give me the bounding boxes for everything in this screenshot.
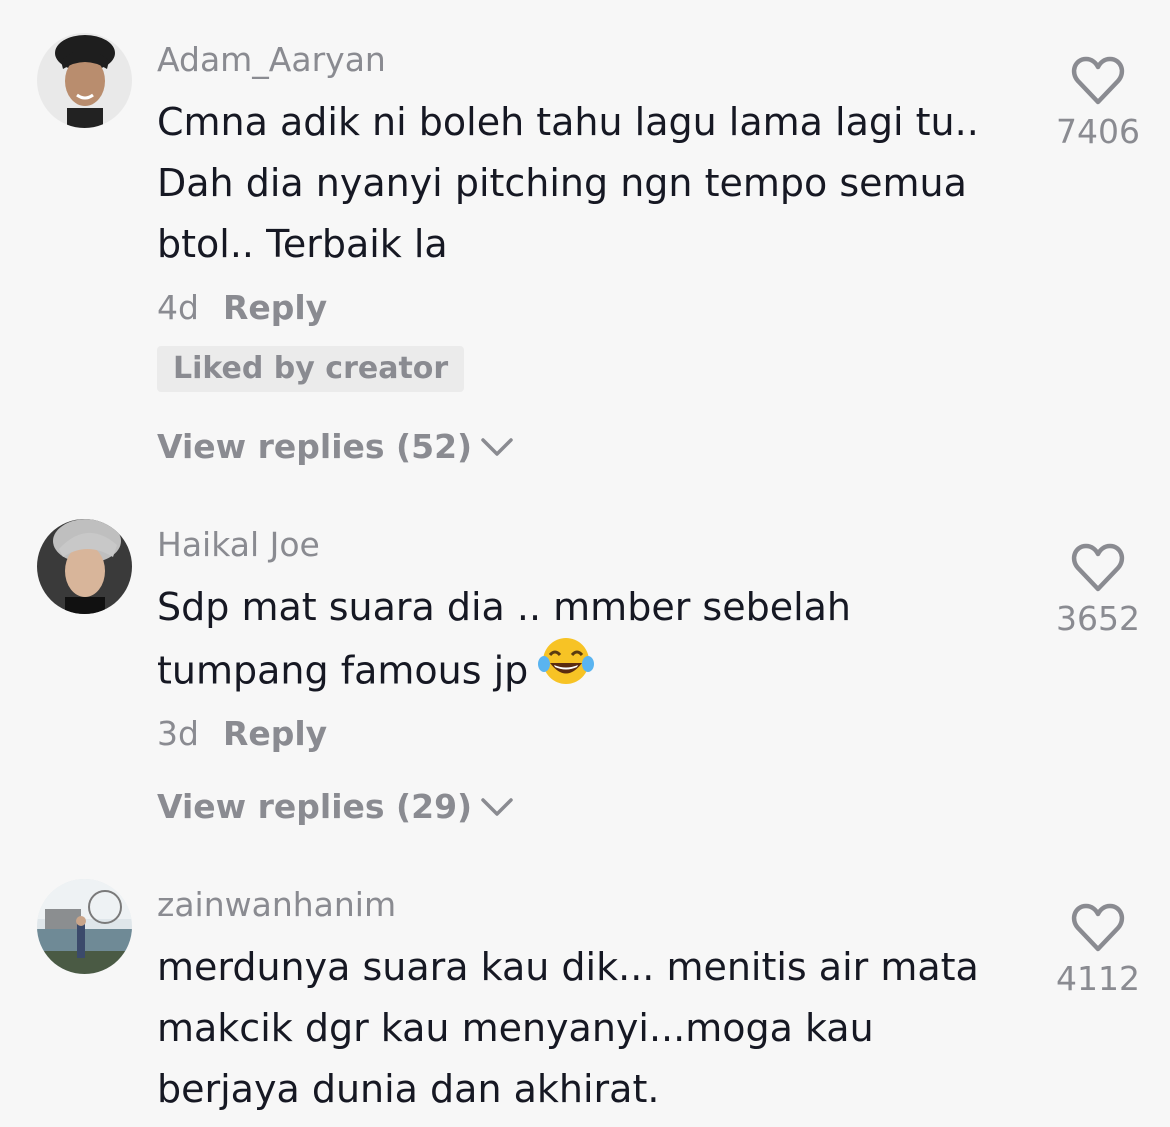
comment-age: 4d bbox=[157, 288, 199, 327]
comment-text: merdunya suara kau dik... menitis air ma… bbox=[157, 945, 979, 1111]
liked-by-creator-badge: Liked by creator bbox=[157, 346, 465, 392]
avatar[interactable] bbox=[37, 879, 132, 974]
like-count: 7406 bbox=[1056, 112, 1140, 151]
like-control[interactable]: 4112 bbox=[1040, 903, 1156, 999]
comment-age: 3d bbox=[157, 714, 199, 753]
like-count: 4112 bbox=[1056, 959, 1140, 998]
avatar-photo-waterfront-icon bbox=[37, 879, 132, 974]
comment-username[interactable]: zainwanhanim bbox=[157, 885, 396, 925]
view-replies-label: View replies (29) bbox=[157, 787, 473, 826]
comment-text: Cmna adik ni boleh tahu lagu lama lagi t… bbox=[157, 100, 979, 266]
heart-icon[interactable] bbox=[1071, 903, 1125, 953]
like-count: 3652 bbox=[1056, 599, 1140, 638]
comment-meta: 3d Reply bbox=[157, 714, 327, 754]
comment-username[interactable]: Haikal Joe bbox=[157, 525, 320, 565]
chevron-down-icon bbox=[481, 438, 513, 456]
comment-text-body: Sdp mat suara dia .. mmber sebelah tumpa… bbox=[157, 585, 852, 693]
heart-icon[interactable] bbox=[1071, 543, 1125, 593]
reply-button[interactable]: Reply bbox=[223, 714, 327, 753]
avatar-young-man-icon bbox=[37, 33, 132, 128]
heart-icon[interactable] bbox=[1071, 56, 1125, 106]
view-replies-button[interactable]: View replies (29) bbox=[157, 787, 514, 827]
avatar[interactable] bbox=[37, 33, 132, 128]
chevron-down-icon bbox=[481, 798, 513, 816]
avatar-young-man-icon bbox=[37, 519, 132, 614]
comment-text: Sdp mat suara dia .. mmber sebelah tumpa… bbox=[157, 577, 1027, 708]
avatar[interactable] bbox=[37, 519, 132, 614]
view-replies-label: View replies (52) bbox=[157, 427, 473, 466]
like-control[interactable]: 3652 bbox=[1040, 543, 1156, 639]
face-with-tears-of-joy-icon bbox=[538, 634, 595, 704]
reply-button[interactable]: Reply bbox=[223, 288, 327, 327]
comment-meta: 4d Reply bbox=[157, 288, 327, 328]
like-control[interactable]: 7406 bbox=[1040, 56, 1156, 152]
comment-username[interactable]: Adam_Aaryan bbox=[157, 40, 386, 80]
view-replies-button[interactable]: View replies (52) bbox=[157, 427, 514, 467]
